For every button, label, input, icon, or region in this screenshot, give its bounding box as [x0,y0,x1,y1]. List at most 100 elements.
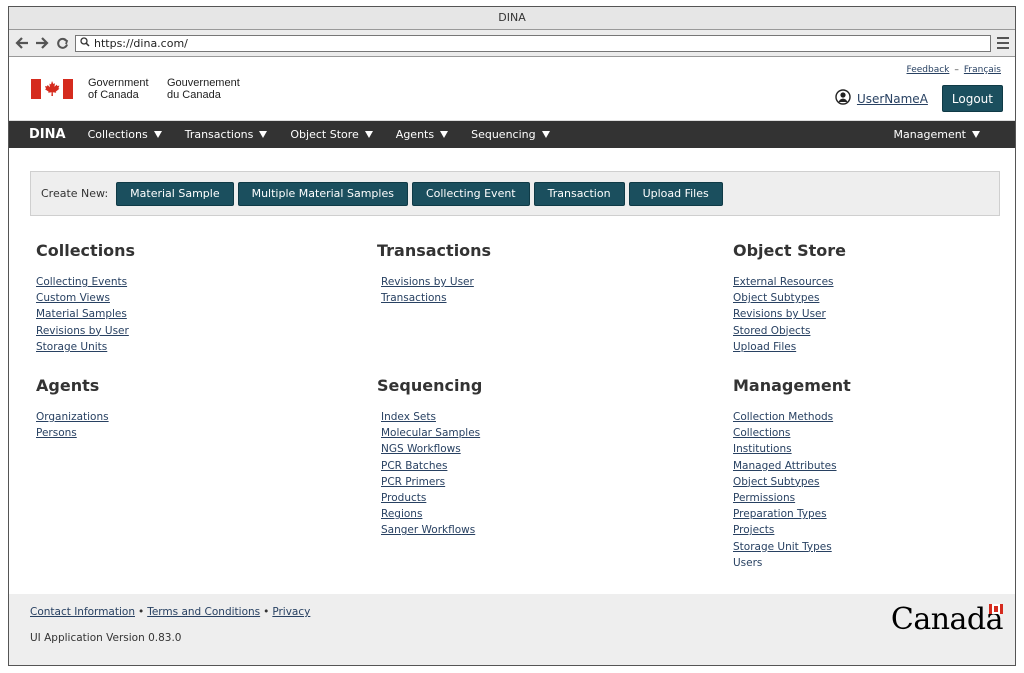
list-item: Organizations [36,409,109,425]
nav-transactions-dropdown[interactable]: Transactions [185,128,268,141]
create-material-sample-button[interactable]: Material Sample [116,181,234,206]
preparation-types-link[interactable]: Preparation Types [733,508,827,520]
caret-down-icon [440,131,449,138]
upload-files-button[interactable]: Upload Files [628,181,723,206]
list-item: Transactions [381,290,491,306]
create-new-label: Create New: [41,187,109,200]
create-multiple-material-samples-button[interactable]: Multiple Material Samples [237,181,408,206]
address-bar: https://dina.com/ [9,30,1015,57]
revisions-by-user-link[interactable]: Revisions by User [36,325,129,337]
list-item: Users [733,555,851,566]
list-item: Object Subtypes [733,474,851,490]
list-item: Collections [733,425,851,441]
logout-button[interactable]: Logout [941,85,1003,112]
revisions-by-user-link[interactable]: Revisions by User [381,276,474,288]
projects-link[interactable]: Projects [733,524,774,536]
object-subtypes-link[interactable]: Object Subtypes [733,476,819,488]
list-item: Preparation Types [733,506,851,522]
index-sets-link[interactable]: Index Sets [381,411,436,423]
feedback-link[interactable]: Feedback [907,65,950,75]
section-title: Transactions [377,241,492,260]
list-item: Collecting Events [36,274,135,290]
list-item: Sanger Workflows [381,522,482,538]
caret-down-icon [972,131,980,138]
list-item: Molecular Samples [381,425,482,441]
contact-information-link[interactable]: Contact Information [30,606,135,618]
list-item: Stored Objects [733,323,846,339]
upload-files-link[interactable]: Upload Files [733,341,796,353]
url-input[interactable]: https://dina.com/ [75,34,991,52]
molecular-samples-link[interactable]: Molecular Samples [381,427,480,439]
permissions-link[interactable]: Permissions [733,492,795,504]
language-links: Feedback – Français [907,65,1001,75]
custom-views-link[interactable]: Custom Views [36,292,110,304]
window-title: DINA [9,7,1015,30]
collections-link[interactable]: Collections [733,427,790,439]
section-links: Collection Methods Collections Instituti… [733,409,851,566]
footer-links: Contact Information • Terms and Conditions… [30,606,310,618]
bullet-separator: • [263,606,270,618]
nav-management-dropdown[interactable]: Management [894,121,980,148]
hamburger-menu-icon[interactable] [997,36,1009,50]
stored-objects-link[interactable]: Stored Objects [733,325,810,337]
section-links: Organizations Persons [36,409,109,441]
create-new-panel: Create New: Material Sample Multiple Mat… [30,171,1000,216]
section-links: Index Sets Molecular Samples NGS Workflo… [377,409,482,539]
organizations-link[interactable]: Organizations [36,411,109,423]
persons-link[interactable]: Persons [36,427,77,439]
main-navigation: DINA Collections Transactions Object Sto… [9,121,1015,148]
privacy-link[interactable]: Privacy [272,606,310,618]
pcr-batches-link[interactable]: PCR Batches [381,460,447,472]
create-transaction-button[interactable]: Transaction [533,181,625,206]
reload-icon[interactable] [55,36,69,50]
list-item: Persons [36,425,109,441]
users-link[interactable]: Users [733,557,762,566]
pcr-primers-link[interactable]: PCR Primers [381,476,445,488]
object-subtypes-link[interactable]: Object Subtypes [733,292,819,304]
nav-object-store-dropdown[interactable]: Object Store [290,128,373,141]
storage-units-link[interactable]: Storage Units [36,341,107,353]
url-text: https://dina.com/ [94,36,188,50]
products-link[interactable]: Products [381,492,426,504]
section-links: Revisions by User Transactions [377,274,491,306]
arrow-right-icon[interactable] [35,36,49,50]
ngs-workflows-link[interactable]: NGS Workflows [381,443,461,455]
username-link[interactable]: UserNameA [857,92,928,106]
caret-down-icon [259,131,268,138]
browser-window: DINA https://dina.com/ Government of Can… [8,6,1016,666]
list-item: Collection Methods [733,409,851,425]
search-icon [80,36,90,50]
regions-link[interactable]: Regions [381,508,422,520]
nav-label: Agents [395,128,435,141]
section-links: External Resources Object Subtypes Revis… [733,274,846,355]
nav-agents-dropdown[interactable]: Agents [395,128,449,141]
section-title: Agents [36,376,100,395]
nav-collections-dropdown[interactable]: Collections [88,128,162,141]
material-samples-link[interactable]: Material Samples [36,308,127,320]
section-title: Sequencing [377,376,483,395]
transactions-link[interactable]: Transactions [381,292,447,304]
nav-label: Sequencing [471,128,536,141]
storage-unit-types-link[interactable]: Storage Unit Types [733,541,832,553]
external-resources-link[interactable]: External Resources [733,276,834,288]
nav-sequencing-dropdown[interactable]: Sequencing [471,128,550,141]
francais-link[interactable]: Français [964,65,1001,75]
arrow-left-icon[interactable] [15,36,29,50]
collecting-events-link[interactable]: Collecting Events [36,276,127,288]
collection-methods-link[interactable]: Collection Methods [733,411,833,423]
list-item: NGS Workflows [381,441,482,457]
nav-label: Management [893,128,966,141]
list-item: Material Samples [36,306,135,322]
section-title: Object Store [733,241,846,260]
institutions-link[interactable]: Institutions [733,443,792,455]
section-title: Management [733,376,851,395]
revisions-by-user-link[interactable]: Revisions by User [733,308,826,320]
terms-and-conditions-link[interactable]: Terms and Conditions [147,606,260,618]
managed-attributes-link[interactable]: Managed Attributes [733,460,837,472]
sanger-workflows-link[interactable]: Sanger Workflows [381,524,475,536]
list-item: Managed Attributes [733,458,851,474]
create-collecting-event-button[interactable]: Collecting Event [411,181,530,206]
dina-brand[interactable]: DINA [29,127,66,142]
list-item: External Resources [733,274,846,290]
caret-down-icon [153,131,162,138]
